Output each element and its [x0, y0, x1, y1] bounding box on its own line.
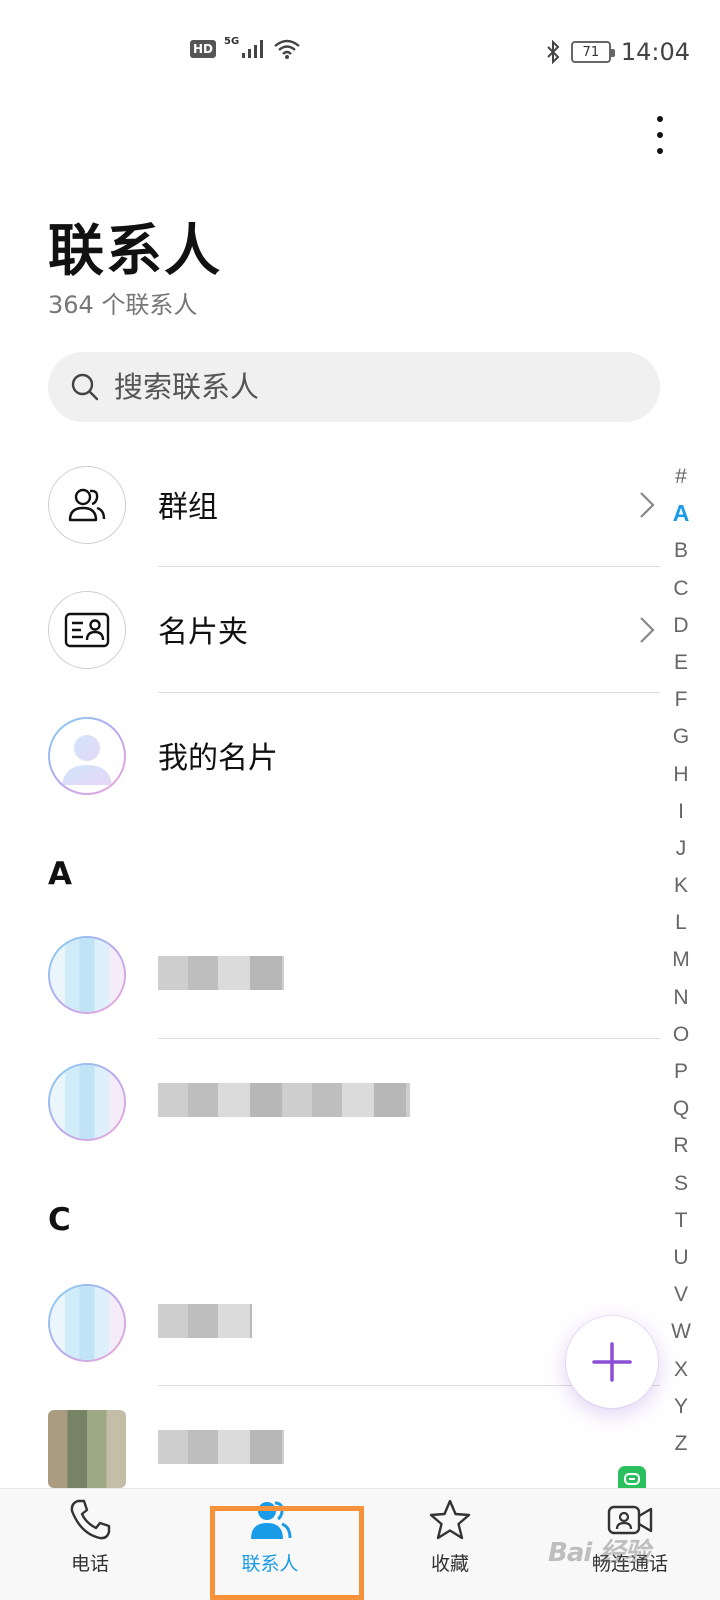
contacts-icon — [251, 1501, 292, 1539]
business-card-icon — [64, 612, 110, 648]
add-contact-button[interactable] — [566, 1316, 658, 1408]
card-icon-circle — [48, 591, 126, 669]
index-letter[interactable]: Z — [675, 1425, 688, 1462]
more-options-icon[interactable] — [640, 110, 680, 160]
index-letter[interactable]: X — [674, 1351, 688, 1388]
search-icon — [71, 373, 99, 401]
groups-row[interactable]: 群组 — [0, 442, 665, 568]
index-letter[interactable]: L — [675, 904, 687, 941]
index-letter[interactable]: A — [673, 495, 690, 532]
avatar-image — [48, 1410, 126, 1488]
index-letter[interactable]: E — [674, 644, 688, 681]
card-holder-row[interactable]: 名片夹 — [0, 567, 665, 693]
index-letter[interactable]: M — [672, 941, 690, 978]
group-icon — [68, 488, 106, 522]
group-icon-circle — [48, 466, 126, 544]
contact-row[interactable] — [0, 1260, 665, 1386]
watermark: Bai 经验 — [548, 1538, 650, 1568]
status-left: HD 5G — [190, 35, 301, 60]
default-avatar-icon — [62, 735, 112, 785]
contact-avatar — [48, 936, 126, 1014]
tab-label: 电话 — [70, 1553, 109, 1575]
index-letter[interactable]: N — [673, 979, 688, 1016]
index-letter[interactable]: S — [674, 1165, 688, 1202]
status-bar: HD 5G 71 14:04 — [0, 0, 720, 104]
status-right: 71 14:04 — [545, 38, 690, 66]
search-input[interactable] — [114, 370, 594, 404]
index-letter[interactable]: I — [678, 793, 684, 830]
tab-label: 联系人 — [241, 1553, 299, 1575]
tab-phone[interactable]: 电话 — [0, 1489, 180, 1600]
tab-label: 收藏 — [430, 1553, 469, 1575]
index-letter[interactable]: F — [675, 681, 688, 718]
index-letter[interactable]: C — [673, 570, 688, 607]
index-letter[interactable]: D — [673, 607, 688, 644]
my-card-row[interactable]: 我的名片 — [0, 693, 665, 819]
contact-count: 364 个联系人 — [48, 291, 198, 319]
contact-avatar — [48, 1284, 126, 1362]
index-letter[interactable]: O — [673, 1016, 689, 1053]
index-letter[interactable]: T — [675, 1202, 688, 1239]
wifi-icon — [274, 39, 300, 59]
index-letter[interactable]: K — [674, 867, 688, 904]
plus-icon — [592, 1342, 632, 1382]
contact-avatar — [48, 1063, 126, 1141]
chevron-right-icon — [640, 617, 655, 643]
contact-name-redacted — [158, 956, 284, 990]
index-letter[interactable]: U — [673, 1239, 688, 1276]
search-bar[interactable] — [48, 352, 660, 422]
contact-row[interactable] — [0, 1039, 665, 1165]
index-letter[interactable]: W — [671, 1313, 691, 1350]
signal-icon — [242, 40, 264, 58]
contact-name-redacted — [158, 1083, 410, 1117]
index-letter[interactable]: R — [673, 1127, 688, 1164]
page-title: 联系人 — [48, 219, 222, 284]
section-header-a: A — [48, 856, 72, 892]
hd-badge: HD — [190, 40, 217, 58]
contact-row[interactable] — [0, 1386, 665, 1488]
contact-row[interactable] — [0, 912, 665, 1038]
index-letter[interactable]: V — [674, 1276, 688, 1313]
network-type: 5G — [224, 35, 240, 47]
index-letter[interactable]: J — [676, 830, 687, 867]
contact-name-redacted — [158, 1304, 252, 1338]
my-card-avatar — [48, 717, 126, 795]
star-icon — [429, 1499, 471, 1540]
index-letter[interactable]: Q — [673, 1090, 689, 1127]
index-letter[interactable]: B — [674, 532, 688, 569]
phone-icon — [70, 1499, 111, 1540]
index-letter[interactable]: H — [673, 756, 688, 793]
contact-name-redacted — [158, 1430, 284, 1464]
index-letter[interactable]: P — [674, 1053, 688, 1090]
groups-label: 群组 — [158, 490, 218, 525]
tab-favorites[interactable]: 收藏 — [360, 1489, 540, 1600]
tab-contacts[interactable]: 联系人 — [180, 1489, 360, 1600]
avatar-image — [50, 1065, 124, 1139]
chevron-right-icon — [640, 492, 655, 518]
avatar-image — [50, 1286, 124, 1360]
avatar-image — [50, 938, 124, 1012]
clock: 14:04 — [620, 38, 690, 66]
contact-avatar — [48, 1410, 126, 1488]
section-header-c: C — [48, 1202, 71, 1238]
alphabet-index[interactable]: # A B C D E F G H I J K L M N O P Q R S T U V W X Y Z — [662, 458, 700, 1462]
index-letter[interactable]: G — [673, 718, 689, 755]
index-letter[interactable]: Y — [674, 1388, 688, 1425]
battery-icon: 71 — [570, 41, 615, 63]
battery-level: 71 — [582, 44, 600, 60]
my-card-label: 我的名片 — [158, 741, 278, 776]
card-holder-label: 名片夹 — [158, 615, 248, 650]
index-letter[interactable]: # — [675, 458, 687, 495]
bluetooth-icon — [547, 40, 560, 64]
